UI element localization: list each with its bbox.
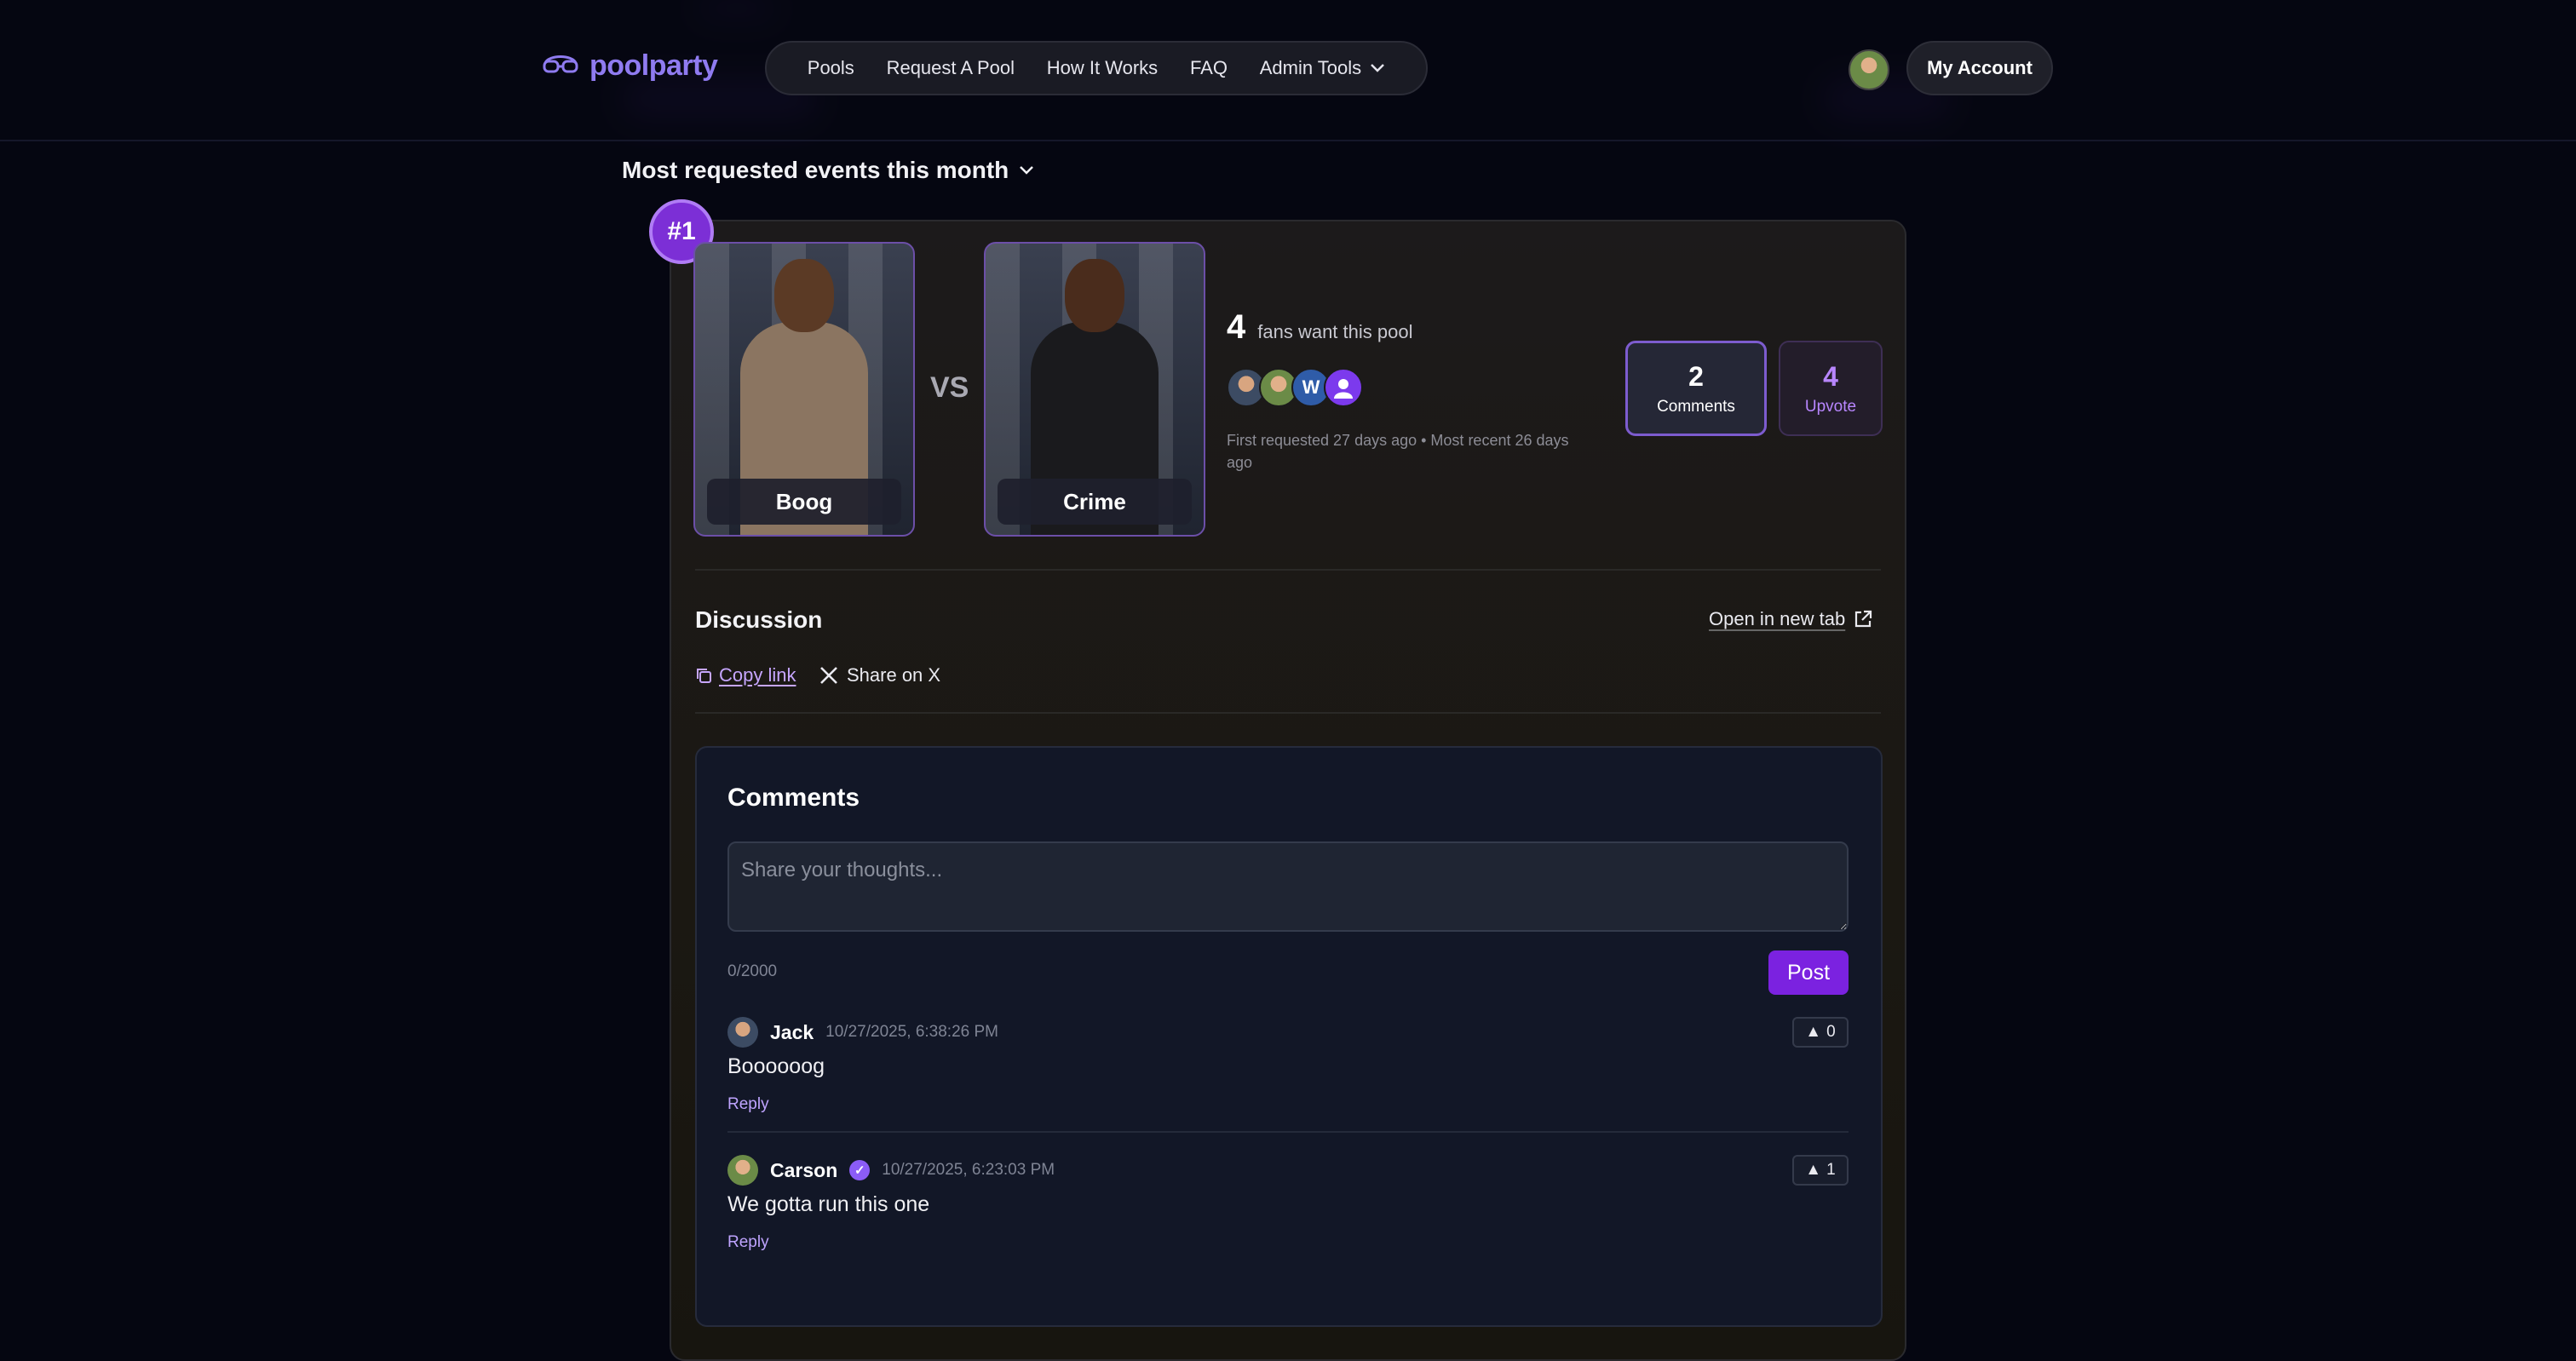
versus-label: VS [930,371,969,404]
copy-icon [697,669,711,683]
chevron-down-icon [1020,166,1034,175]
fighter-card-b[interactable]: Crime [984,242,1205,537]
discussion-title: Discussion [695,606,823,633]
fighter-card-a[interactable]: Boog [693,242,915,537]
reply-button[interactable]: Reply [727,1233,769,1252]
comment-divider [727,1131,1849,1133]
comment-header: Jack 10/27/2025, 6:38:26 PM [727,1017,998,1048]
open-new-tab-label: Open in new tab [1709,608,1846,629]
fan-avatars: W [1227,368,1363,407]
person-icon [1334,379,1353,399]
user-avatar[interactable] [1849,49,1889,90]
comment-header: Carson ✓ 10/27/2025, 6:23:03 PM [727,1155,1055,1186]
upvote-label: Upvote [1804,397,1857,416]
comment-avatar[interactable] [727,1155,758,1186]
brand-logo[interactable]: poolparty [542,49,718,83]
reply-button[interactable]: Reply [727,1095,769,1114]
comment-input[interactable] [727,841,1849,932]
comment-author[interactable]: Jack [770,1021,814,1044]
request-timestamps: First requested 27 days ago • Most recen… [1227,432,1569,471]
comment-item: Carson ✓ 10/27/2025, 6:23:03 PM ▲ 1 We g… [727,1155,1849,1257]
fighter-head-a [774,259,834,332]
comment-text: Boooooog [727,1054,825,1078]
comment-vote-count: 0 [1826,1023,1836,1041]
comment-timestamp: 10/27/2025, 6:23:03 PM [882,1161,1055,1179]
fighter-name-b: Crime [998,479,1192,525]
my-account-button[interactable]: My Account [1906,41,2053,95]
divider [695,569,1881,571]
nav-admin-tools[interactable]: Admin Tools [1260,57,1385,79]
fighter-head-b [1065,259,1124,332]
pool-goggles-icon [542,51,579,81]
comments-title: Comments [727,784,860,812]
upvote-count: 4 [1823,360,1838,392]
nav-pools[interactable]: Pools [808,57,854,79]
copy-link-button[interactable]: Copy link [695,664,796,686]
comment-vote-count: 1 [1826,1161,1836,1179]
verified-icon: ✓ [849,1160,871,1180]
fan-avatar-default [1324,368,1363,407]
comments-count-button[interactable]: 2 Comments [1625,341,1767,436]
external-link-icon [1855,610,1872,628]
nav-request-a-pool[interactable]: Request A Pool [887,57,1015,79]
character-counter: 0/2000 [727,962,778,980]
fans-summary: 4 fans want this pool [1227,308,1412,347]
comment-avatar[interactable] [727,1017,758,1048]
comment-upvote-button[interactable]: ▲ 1 [1792,1155,1849,1186]
comment-item: Jack 10/27/2025, 6:38:26 PM ▲ 0 Boooooog… [727,1017,1849,1119]
comment-author[interactable]: Carson [770,1159,837,1182]
comment-upvote-button[interactable]: ▲ 0 [1792,1017,1849,1048]
chevron-down-icon [1371,64,1385,72]
nav-how-it-works[interactable]: How It Works [1047,57,1158,79]
comments-count-label: Comments [1657,397,1735,416]
brand-name: poolparty [589,49,718,82]
top-header: poolparty Pools Request A Pool How It Wo… [0,0,2576,141]
x-logo-icon [820,667,837,684]
post-button[interactable]: Post [1768,950,1849,995]
open-new-tab-link[interactable]: Open in new tab [1709,608,1872,630]
nav-faq[interactable]: FAQ [1190,57,1228,79]
upvote-arrow-icon: ▲ [1805,1023,1822,1041]
section-dropdown[interactable]: Most requested events this month [622,157,1034,184]
share-on-x-button[interactable]: Share on X [819,664,940,686]
fighter-name-a: Boog [707,479,901,525]
comment-timestamp: 10/27/2025, 6:38:26 PM [825,1023,998,1041]
comments-count: 2 [1688,360,1704,392]
divider [695,712,1881,714]
fans-count: 4 [1227,308,1246,346]
upvote-arrow-icon: ▲ [1805,1161,1822,1179]
nav-admin-tools-label: Admin Tools [1259,57,1362,78]
section-title: Most requested events this month [622,157,1009,183]
copy-link-label: Copy link [719,664,796,686]
upvote-button[interactable]: 4 Upvote [1779,341,1883,436]
share-on-x-label: Share on X [847,664,941,686]
comment-text: We gotta run this one [727,1192,930,1216]
fans-label: fans want this pool [1257,321,1413,342]
main-nav: Pools Request A Pool How It Works FAQ Ad… [765,41,1428,95]
